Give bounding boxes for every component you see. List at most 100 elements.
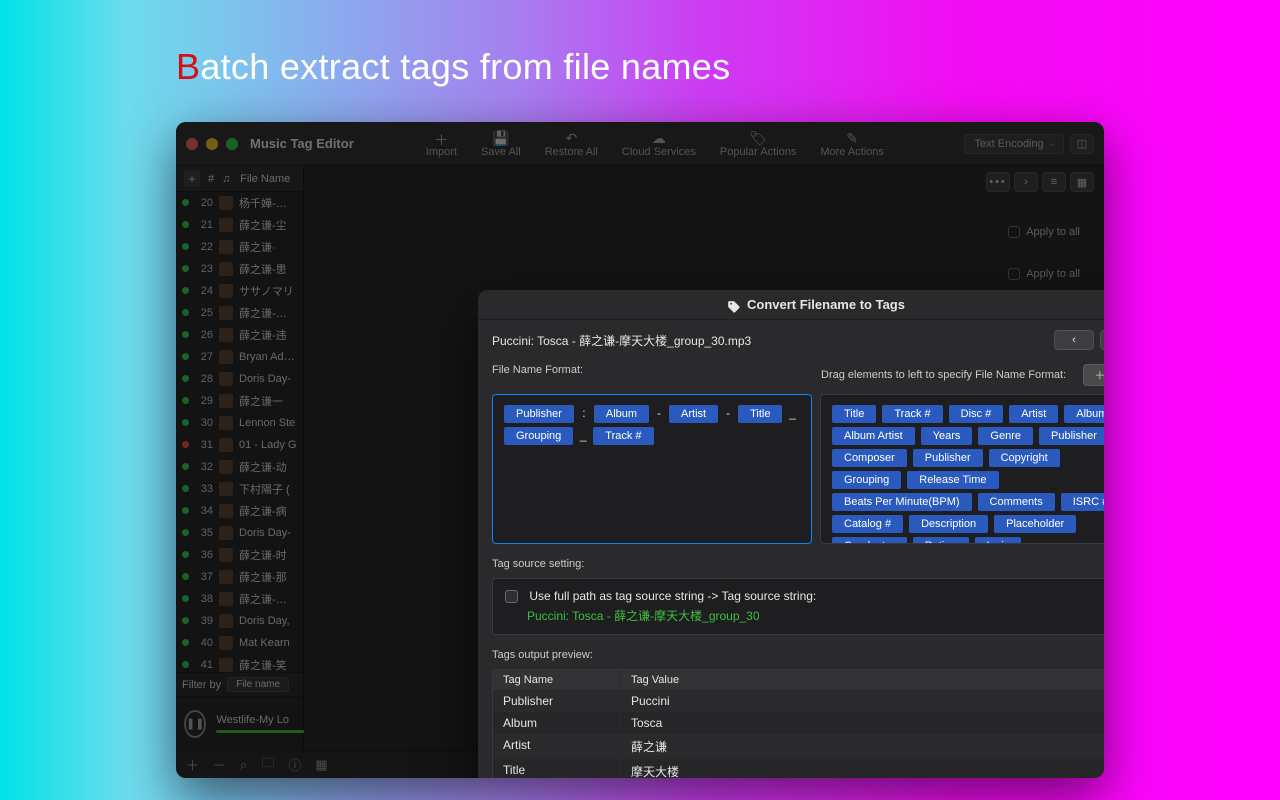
table-row[interactable]: 25 薛之谦-初好 <box>176 302 303 324</box>
view-grid-icon[interactable]: ▦ <box>1070 172 1094 192</box>
available-token[interactable]: Disc # <box>949 405 1004 423</box>
available-token[interactable]: Album Artist <box>832 427 915 445</box>
table-row[interactable]: 22 薛之谦· <box>176 236 303 258</box>
separator[interactable]: - <box>721 406 735 420</box>
view-list-icon[interactable]: ≡ <box>1042 172 1066 192</box>
available-token[interactable]: Rating <box>913 537 969 544</box>
folder-icon[interactable]: 🗀 <box>261 754 274 776</box>
table-row[interactable]: 39 Doris Day, <box>176 610 303 632</box>
artwork-thumb <box>219 548 233 562</box>
separator[interactable]: _ <box>576 428 590 442</box>
apply-to-all-row[interactable]: Apply to all <box>1008 268 1080 280</box>
table-row[interactable]: 37 薛之谦-那 <box>176 566 303 588</box>
available-token[interactable]: Catalog # <box>832 515 903 533</box>
available-token[interactable]: Track # <box>882 405 942 423</box>
remove-icon[interactable]: － <box>213 755 226 774</box>
add-file-button[interactable]: + <box>184 171 200 187</box>
format-token[interactable]: Album <box>594 405 649 423</box>
row-filename: Doris Day- <box>239 527 291 539</box>
table-row[interactable]: 28 Doris Day- <box>176 368 303 390</box>
window-controls[interactable] <box>186 138 238 150</box>
search-icon[interactable]: ⌕ <box>240 757 247 773</box>
available-token[interactable]: Years <box>921 427 973 445</box>
checkbox-icon[interactable] <box>1008 226 1020 238</box>
table-row: Title摩天大楼 <box>493 759 1104 778</box>
overflow-button[interactable]: ••• <box>986 172 1010 192</box>
format-token[interactable]: Publisher <box>504 405 574 423</box>
artwork-thumb <box>219 328 233 342</box>
table-row[interactable]: 30 Lennon Ste <box>176 412 303 434</box>
artwork-thumb <box>219 482 233 496</box>
format-token[interactable]: Artist <box>669 405 718 423</box>
table-row[interactable]: 29 薛之谦一 <box>176 390 303 412</box>
table-row[interactable]: 27 Bryan Adam <box>176 346 303 368</box>
table-row[interactable]: 24 ササノマリ <box>176 280 303 302</box>
available-token[interactable]: Artist <box>1009 405 1058 423</box>
row-filename: Bryan Adam <box>239 351 297 363</box>
table-row[interactable]: 40 Mat Kearn <box>176 632 303 654</box>
row-number: 34 <box>195 505 213 517</box>
available-token[interactable]: Conductor <box>832 537 907 544</box>
add-token-button[interactable]: ＋ Add <box>1083 364 1104 386</box>
popular-button[interactable]: 🏷Popular Actions <box>720 130 796 158</box>
available-token[interactable]: Publisher <box>913 449 983 467</box>
minimize-icon[interactable] <box>206 138 218 150</box>
more-button[interactable]: ✎More Actions <box>820 130 884 158</box>
available-token[interactable]: Composer <box>832 449 907 467</box>
apply-to-all-row[interactable]: Apply to all <box>1008 226 1080 238</box>
table-row[interactable]: 34 薛之谦-病 <box>176 500 303 522</box>
import-button[interactable]: ＋Import <box>426 130 457 158</box>
available-token[interactable]: Publisher <box>1039 427 1104 445</box>
format-token[interactable]: Title <box>738 405 782 423</box>
available-token[interactable]: Genre <box>978 427 1033 445</box>
save-all-button[interactable]: 💾Save All <box>481 130 521 158</box>
info-icon[interactable]: ⓘ <box>288 755 301 774</box>
next-file-button[interactable]: › <box>1100 330 1104 350</box>
row-filename: 杨千嬅-处处 <box>239 195 297 211</box>
table-row[interactable]: 23 薛之谦-患 <box>176 258 303 280</box>
tokens-pane[interactable]: Title Track # Disc # Artist Album Album Artis… <box>820 394 1104 544</box>
table-row[interactable]: 35 Doris Day- <box>176 522 303 544</box>
table-row[interactable]: 32 薛之谦-动 <box>176 456 303 478</box>
available-token[interactable]: Title <box>832 405 876 423</box>
table-row[interactable]: 38 薛之谦-暖时 <box>176 588 303 610</box>
available-token[interactable]: ISRC # <box>1061 493 1104 511</box>
separator[interactable]: - <box>652 406 666 420</box>
status-dot <box>182 265 189 272</box>
available-token[interactable]: Album <box>1064 405 1104 423</box>
add-icon[interactable]: ＋ <box>186 755 199 774</box>
format-pane[interactable]: Publisher:Album-Artist-Title_Grouping_Tr… <box>492 394 812 544</box>
table-row[interactable]: 41 薛之谦-笑 <box>176 654 303 672</box>
available-token[interactable]: Description <box>909 515 988 533</box>
table-row[interactable]: 21 薛之谦-尘 <box>176 214 303 236</box>
use-full-path-checkbox[interactable] <box>505 590 518 603</box>
format-token[interactable]: Grouping <box>504 427 573 445</box>
grid-icon[interactable]: ▦ <box>315 757 327 773</box>
zoom-icon[interactable] <box>226 138 238 150</box>
table-row[interactable]: 20 杨千嬅-处处 <box>176 192 303 214</box>
prev-file-button[interactable]: ‹ <box>1054 330 1094 350</box>
filter-mode-select[interactable]: File name <box>227 677 289 692</box>
separator[interactable]: _ <box>785 406 799 420</box>
checkbox-icon[interactable] <box>1008 268 1020 280</box>
sidebar-toggle-icon[interactable]: ◫ <box>1070 134 1094 154</box>
encoding-select[interactable]: Text Encoding› <box>964 134 1064 154</box>
available-token[interactable]: Placeholder <box>994 515 1076 533</box>
play-pause-button[interactable]: ❚❚ <box>184 710 206 738</box>
cloud-button[interactable]: ☁︎Cloud Services <box>622 130 696 158</box>
available-token[interactable]: Copyright <box>989 449 1060 467</box>
available-token[interactable]: Lyric <box>975 537 1022 544</box>
available-token[interactable]: Grouping <box>832 471 901 489</box>
available-token[interactable]: Release Time <box>907 471 998 489</box>
table-row[interactable]: 26 薛之谦-违 <box>176 324 303 346</box>
restore-all-button[interactable]: ↶Restore All <box>545 130 598 158</box>
available-token[interactable]: Beats Per Minute(BPM) <box>832 493 972 511</box>
close-icon[interactable] <box>186 138 198 150</box>
next-button[interactable]: › <box>1014 172 1038 192</box>
separator[interactable]: : <box>577 406 591 420</box>
available-token[interactable]: Comments <box>978 493 1055 511</box>
format-token[interactable]: Track # <box>593 427 653 445</box>
table-row[interactable]: 36 薛之谦-时 <box>176 544 303 566</box>
table-row[interactable]: 33 下村陽子 ( <box>176 478 303 500</box>
table-row[interactable]: 31 01 - Lady G <box>176 434 303 456</box>
